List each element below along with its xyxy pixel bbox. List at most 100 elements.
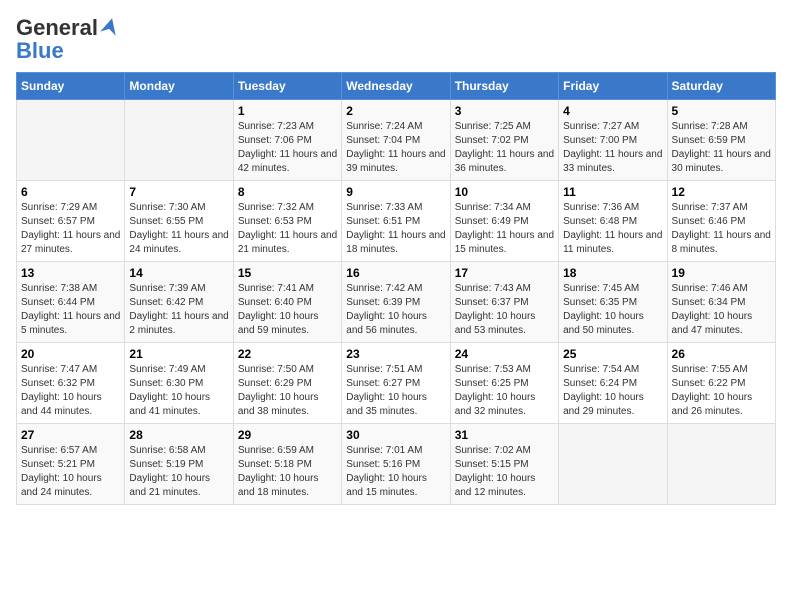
cell-info: Sunrise: 7:55 AMSunset: 6:22 PMDaylight:…	[672, 363, 771, 419]
day-number: 17	[455, 266, 554, 280]
logo-arrow-icon	[100, 16, 120, 40]
calendar-cell: 1Sunrise: 7:23 AMSunset: 7:06 PMDaylight…	[233, 100, 341, 181]
cell-info: Sunrise: 7:30 AMSunset: 6:55 PMDaylight:…	[129, 201, 228, 257]
calendar-cell: 7Sunrise: 7:30 AMSunset: 6:55 PMDaylight…	[125, 181, 233, 262]
cell-info: Sunrise: 7:38 AMSunset: 6:44 PMDaylight:…	[21, 282, 120, 338]
header-day-friday: Friday	[559, 73, 667, 100]
day-number: 20	[21, 347, 120, 361]
day-number: 5	[672, 104, 771, 118]
day-number: 18	[563, 266, 662, 280]
calendar-cell: 20 Sunrise: 7:47 AMSunset: 6:32 PMDayligh…	[17, 343, 125, 424]
day-number: 28	[129, 428, 228, 442]
calendar-cell: 19 Sunrise: 7:46 AMSunset: 6:34 PMDayligh…	[667, 262, 775, 343]
day-number: 22	[238, 347, 337, 361]
cell-info: Sunrise: 6:58 AMSunset: 5:19 PMDaylight:…	[129, 444, 228, 500]
calendar-cell: 28 Sunrise: 6:58 AMSunset: 5:19 PMDayligh…	[125, 424, 233, 505]
day-number: 11	[563, 185, 662, 199]
day-number: 24	[455, 347, 554, 361]
calendar-cell: 3 Sunrise: 7:25 AMSunset: 7:02 PMDaylight…	[450, 100, 558, 181]
week-row-5: 27Sunrise: 6:57 AMSunset: 5:21 PMDayligh…	[17, 424, 776, 505]
calendar-cell: 9 Sunrise: 7:33 AMSunset: 6:51 PMDaylight…	[342, 181, 450, 262]
cell-info: Sunrise: 7:28 AMSunset: 6:59 PMDaylight:…	[672, 120, 771, 176]
cell-info: Sunrise: 7:51 AMSunset: 6:27 PMDaylight:…	[346, 363, 445, 419]
calendar-cell: 16 Sunrise: 7:42 AMSunset: 6:39 PMDayligh…	[342, 262, 450, 343]
calendar-cell: 5 Sunrise: 7:28 AMSunset: 6:59 PMDaylight…	[667, 100, 775, 181]
day-number: 6	[21, 185, 120, 199]
header-day-wednesday: Wednesday	[342, 73, 450, 100]
day-number: 14	[129, 266, 228, 280]
calendar-cell: 26 Sunrise: 7:55 AMSunset: 6:22 PMDayligh…	[667, 343, 775, 424]
cell-info: Sunrise: 7:54 AMSunset: 6:24 PMDaylight:…	[563, 363, 662, 419]
header-day-thursday: Thursday	[450, 73, 558, 100]
cell-info: Sunrise: 7:42 AMSunset: 6:39 PMDaylight:…	[346, 282, 445, 338]
calendar-cell: 29Sunrise: 6:59 AMSunset: 5:18 PMDayligh…	[233, 424, 341, 505]
week-row-4: 20 Sunrise: 7:47 AMSunset: 6:32 PMDayligh…	[17, 343, 776, 424]
calendar-cell	[667, 424, 775, 505]
calendar-cell: 10Sunrise: 7:34 AMSunset: 6:49 PMDayligh…	[450, 181, 558, 262]
calendar-header-row: SundayMondayTuesdayWednesdayThursdayFrid…	[17, 73, 776, 100]
cell-info: Sunrise: 7:24 AMSunset: 7:04 PMDaylight:…	[346, 120, 445, 176]
header-day-tuesday: Tuesday	[233, 73, 341, 100]
day-number: 3	[455, 104, 554, 118]
calendar-cell: 15Sunrise: 7:41 AMSunset: 6:40 PMDayligh…	[233, 262, 341, 343]
cell-info: Sunrise: 7:25 AMSunset: 7:02 PMDaylight:…	[455, 120, 554, 176]
calendar-cell	[17, 100, 125, 181]
day-number: 9	[346, 185, 445, 199]
logo: General Blue	[16, 16, 120, 62]
calendar-cell: 12 Sunrise: 7:37 AMSunset: 6:46 PMDayligh…	[667, 181, 775, 262]
calendar-cell: 30 Sunrise: 7:01 AMSunset: 5:16 PMDayligh…	[342, 424, 450, 505]
day-number: 15	[238, 266, 337, 280]
day-number: 16	[346, 266, 445, 280]
day-number: 19	[672, 266, 771, 280]
cell-info: Sunrise: 7:01 AMSunset: 5:16 PMDaylight:…	[346, 444, 445, 500]
header-day-saturday: Saturday	[667, 73, 775, 100]
calendar-cell: 22 Sunrise: 7:50 AMSunset: 6:29 PMDayligh…	[233, 343, 341, 424]
calendar-cell: 2 Sunrise: 7:24 AMSunset: 7:04 PMDaylight…	[342, 100, 450, 181]
week-row-1: 1Sunrise: 7:23 AMSunset: 7:06 PMDaylight…	[17, 100, 776, 181]
week-row-2: 6 Sunrise: 7:29 AMSunset: 6:57 PMDaylight…	[17, 181, 776, 262]
calendar-cell: 6 Sunrise: 7:29 AMSunset: 6:57 PMDaylight…	[17, 181, 125, 262]
day-number: 27	[21, 428, 120, 442]
day-number: 21	[129, 347, 228, 361]
calendar-cell: 24Sunrise: 7:53 AMSunset: 6:25 PMDayligh…	[450, 343, 558, 424]
cell-info: Sunrise: 7:47 AMSunset: 6:32 PMDaylight:…	[21, 363, 120, 419]
calendar-cell: 11 Sunrise: 7:36 AMSunset: 6:48 PMDayligh…	[559, 181, 667, 262]
cell-info: Sunrise: 7:50 AMSunset: 6:29 PMDaylight:…	[238, 363, 337, 419]
day-number: 31	[455, 428, 554, 442]
calendar-cell: 21 Sunrise: 7:49 AMSunset: 6:30 PMDayligh…	[125, 343, 233, 424]
day-number: 10	[455, 185, 554, 199]
calendar-cell	[125, 100, 233, 181]
calendar-cell: 18Sunrise: 7:45 AMSunset: 6:35 PMDayligh…	[559, 262, 667, 343]
calendar-cell: 27Sunrise: 6:57 AMSunset: 5:21 PMDayligh…	[17, 424, 125, 505]
day-number: 30	[346, 428, 445, 442]
day-number: 26	[672, 347, 771, 361]
cell-info: Sunrise: 7:23 AMSunset: 7:06 PMDaylight:…	[238, 120, 337, 176]
header-day-sunday: Sunday	[17, 73, 125, 100]
cell-info: Sunrise: 7:32 AMSunset: 6:53 PMDaylight:…	[238, 201, 337, 257]
day-number: 2	[346, 104, 445, 118]
cell-info: Sunrise: 7:33 AMSunset: 6:51 PMDaylight:…	[346, 201, 445, 257]
day-number: 8	[238, 185, 337, 199]
calendar-cell: 31Sunrise: 7:02 AMSunset: 5:15 PMDayligh…	[450, 424, 558, 505]
day-number: 12	[672, 185, 771, 199]
cell-info: Sunrise: 7:49 AMSunset: 6:30 PMDaylight:…	[129, 363, 228, 419]
logo-blue-text: Blue	[16, 38, 64, 63]
header-day-monday: Monday	[125, 73, 233, 100]
day-number: 23	[346, 347, 445, 361]
day-number: 4	[563, 104, 662, 118]
calendar-cell: 8 Sunrise: 7:32 AMSunset: 6:53 PMDaylight…	[233, 181, 341, 262]
cell-info: Sunrise: 6:59 AMSunset: 5:18 PMDaylight:…	[238, 444, 337, 500]
cell-info: Sunrise: 7:37 AMSunset: 6:46 PMDaylight:…	[672, 201, 771, 257]
calendar-cell: 17Sunrise: 7:43 AMSunset: 6:37 PMDayligh…	[450, 262, 558, 343]
day-number: 13	[21, 266, 120, 280]
week-row-3: 13 Sunrise: 7:38 AMSunset: 6:44 PMDayligh…	[17, 262, 776, 343]
cell-info: Sunrise: 7:27 AMSunset: 7:00 PMDaylight:…	[563, 120, 662, 176]
calendar-cell: 13 Sunrise: 7:38 AMSunset: 6:44 PMDayligh…	[17, 262, 125, 343]
calendar-cell: 23 Sunrise: 7:51 AMSunset: 6:27 PMDayligh…	[342, 343, 450, 424]
day-number: 25	[563, 347, 662, 361]
cell-info: Sunrise: 7:46 AMSunset: 6:34 PMDaylight:…	[672, 282, 771, 338]
cell-info: Sunrise: 7:36 AMSunset: 6:48 PMDaylight:…	[563, 201, 662, 257]
cell-info: Sunrise: 7:29 AMSunset: 6:57 PMDaylight:…	[21, 201, 120, 257]
calendar-table: SundayMondayTuesdayWednesdayThursdayFrid…	[16, 72, 776, 505]
calendar-cell	[559, 424, 667, 505]
